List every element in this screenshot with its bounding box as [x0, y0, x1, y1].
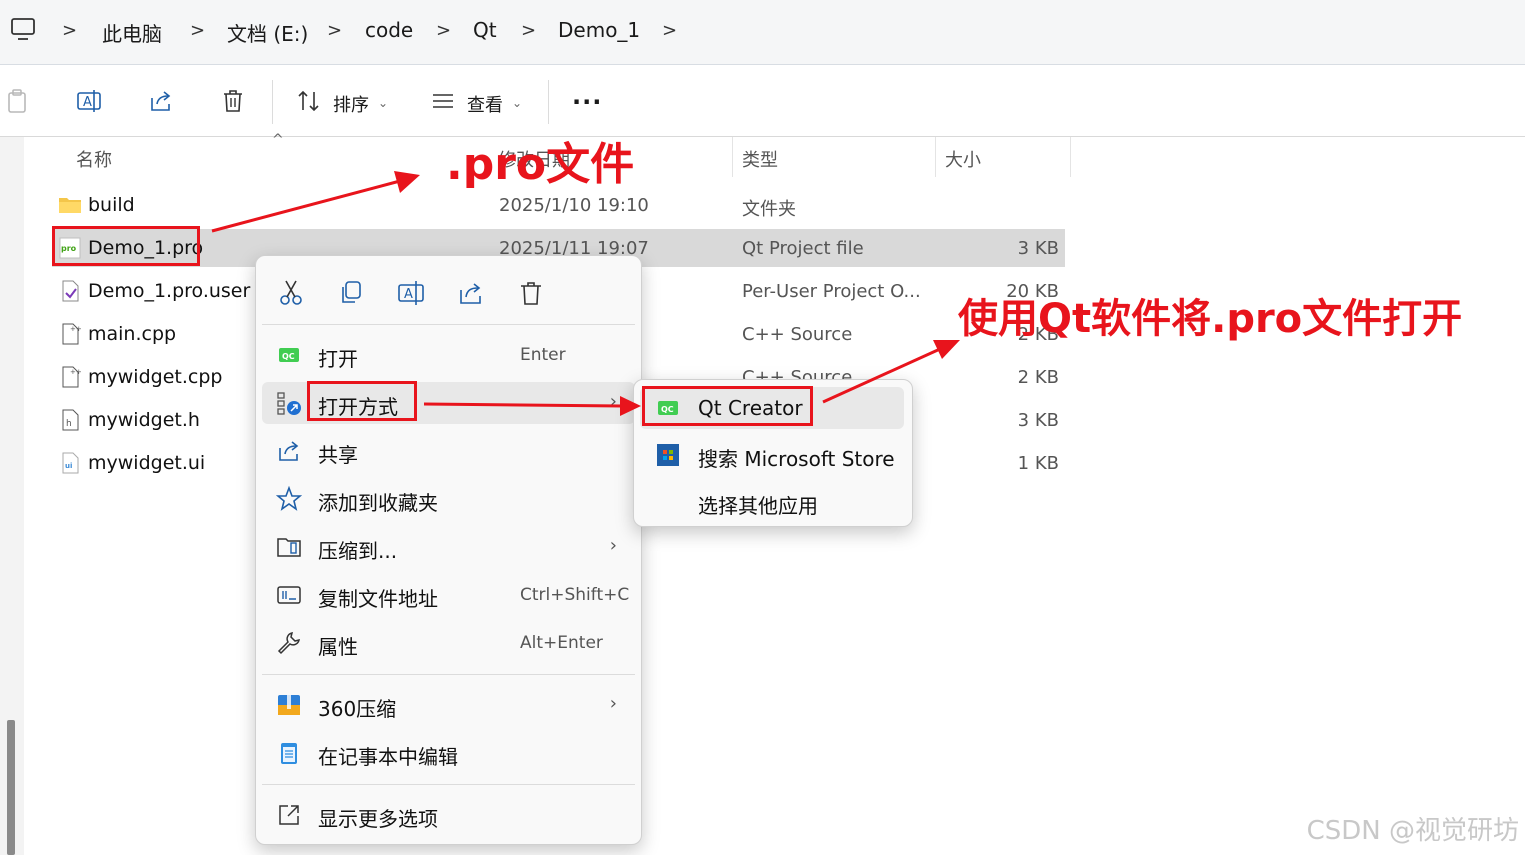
annotation-pro-file: .pro文件 — [446, 139, 635, 190]
arrow-to-open-label — [822, 340, 960, 404]
annotation-arrows — [211, 171, 960, 416]
annotation-open-with-qt: 使用Qt软件将.pro文件打开 — [958, 296, 1463, 342]
arrow-to-pro-label — [211, 171, 420, 233]
watermark: CSDN @视觉研坊 — [1306, 816, 1519, 846]
arrow-to-qt-creator — [423, 396, 641, 416]
